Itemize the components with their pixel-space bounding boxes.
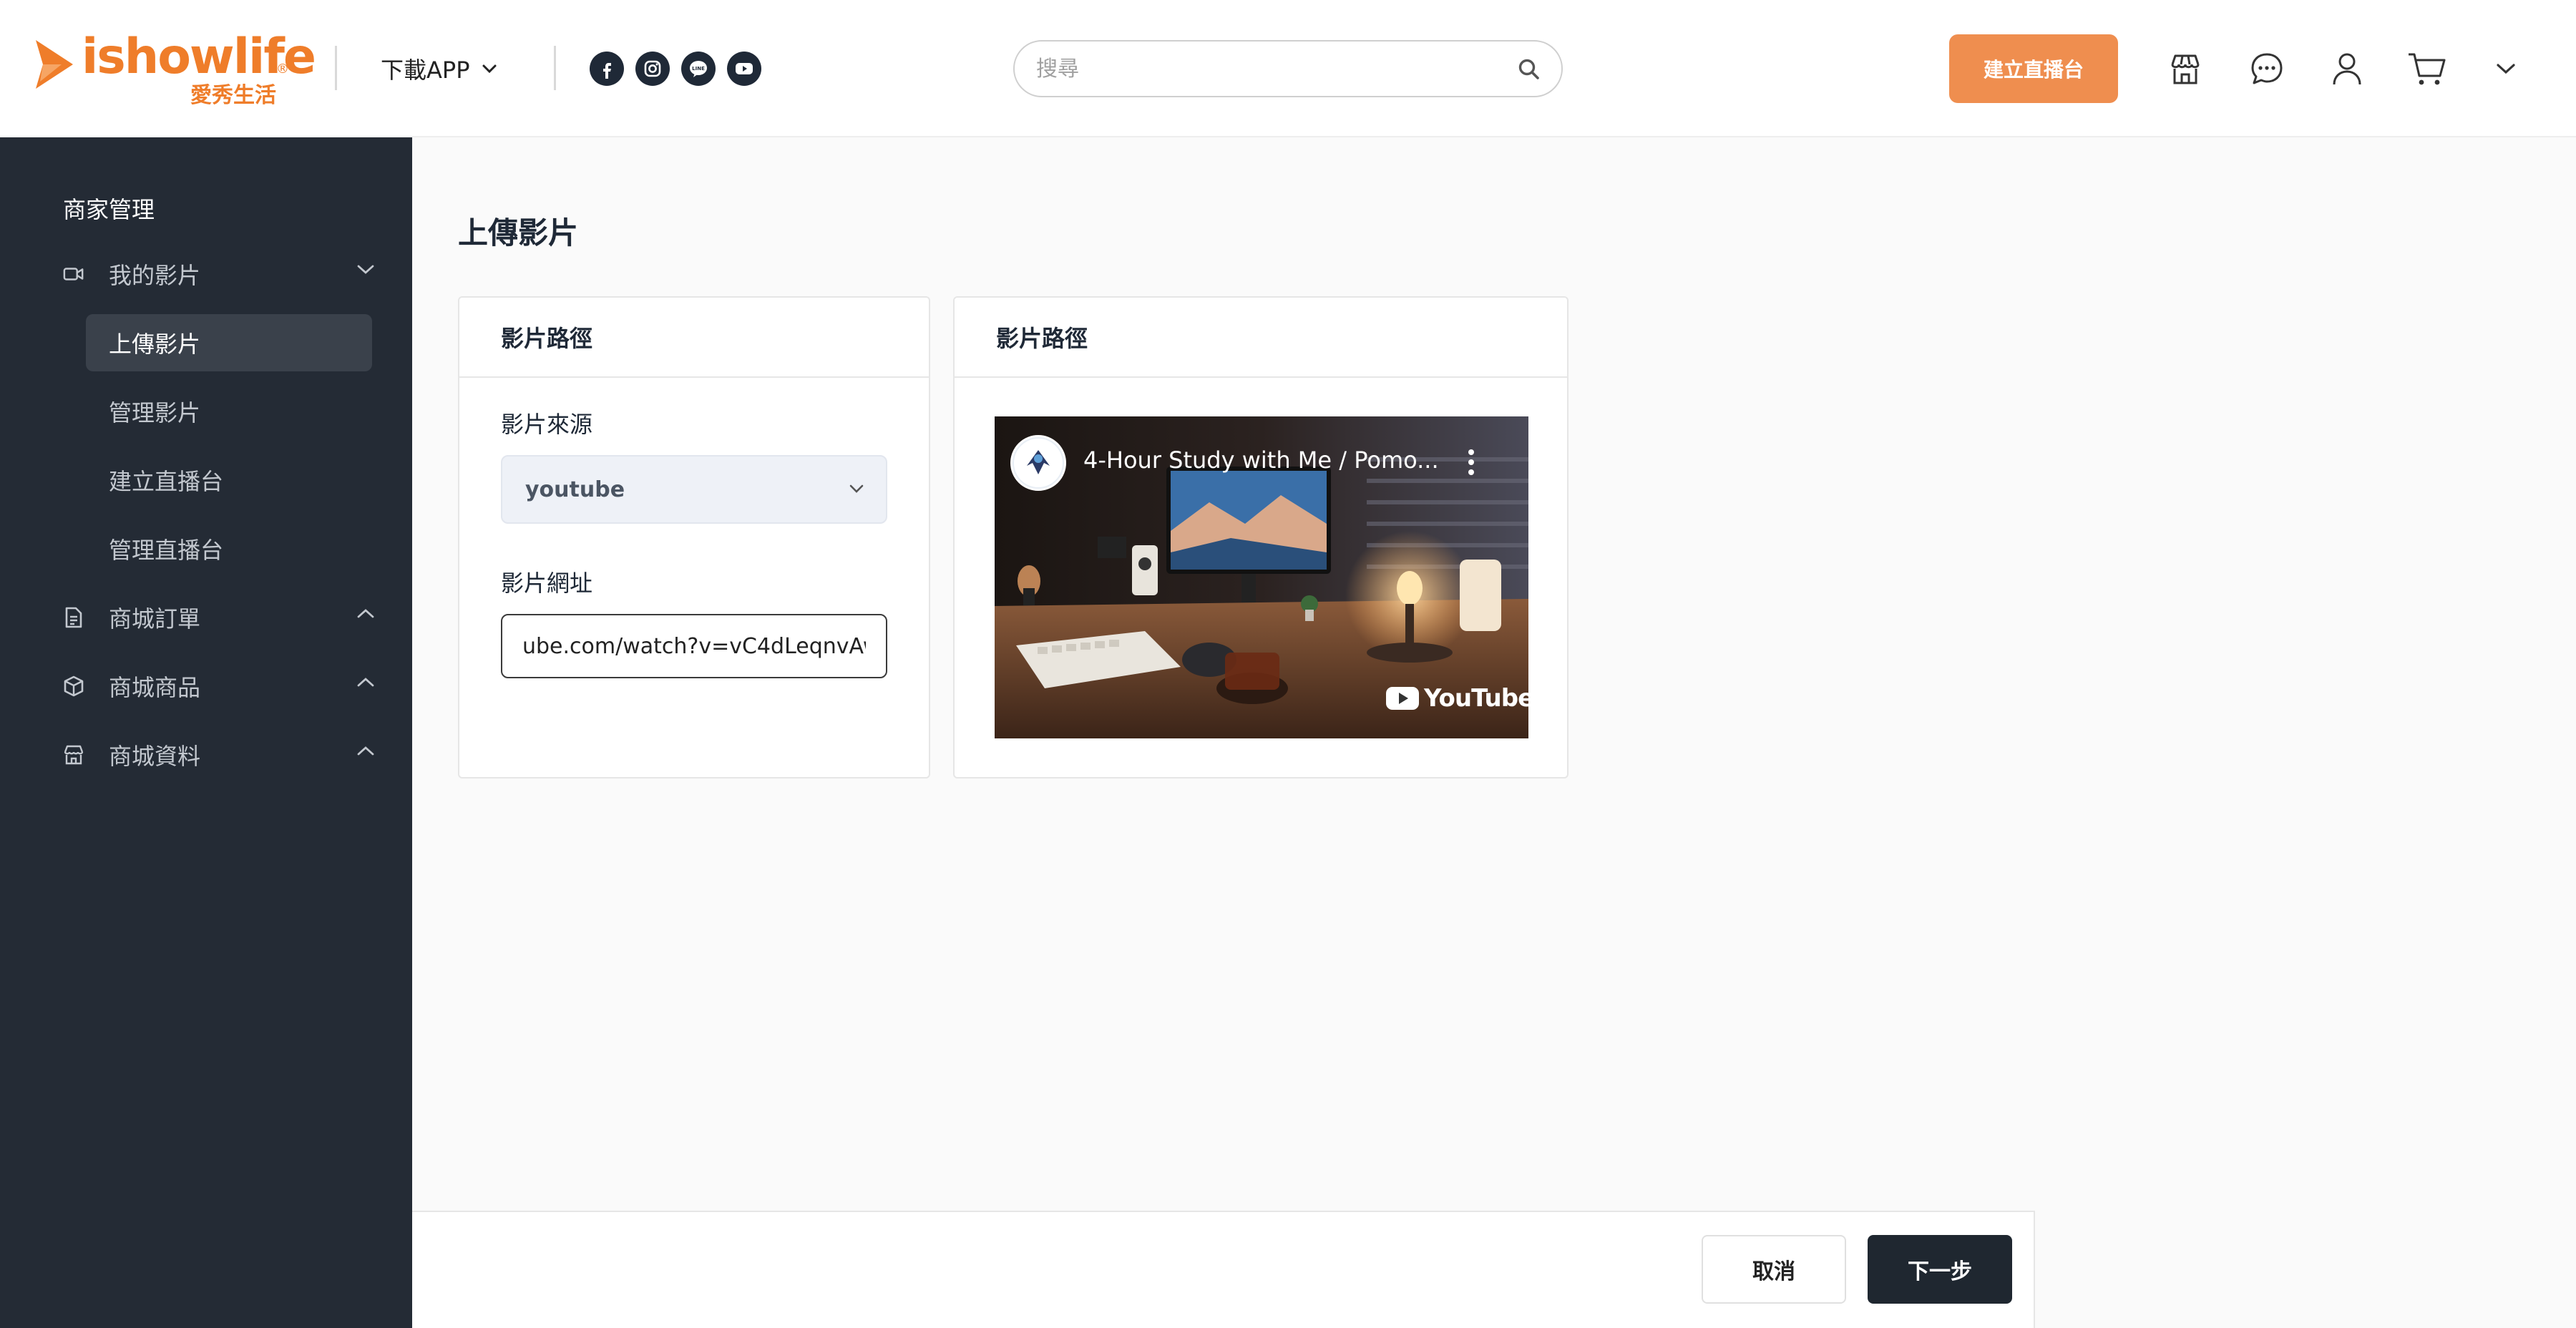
video-preview-card: 影片路徑 4-Hour Study with Me / Pomo... YouT…: [953, 296, 1568, 778]
video-source-select[interactable]: youtube: [501, 455, 887, 524]
line-icon[interactable]: LINE: [681, 52, 716, 86]
chevron-up-icon: [357, 746, 374, 756]
video-url-label: 影片網址: [501, 570, 593, 597]
document-icon: [63, 607, 84, 628]
logo-subtitle: 愛秀生活: [190, 83, 276, 108]
create-live-button[interactable]: 建立直播台: [1949, 34, 2118, 103]
channel-avatar[interactable]: [1010, 435, 1066, 491]
download-app-label: 下載APP: [381, 57, 470, 84]
top-header: ishowlife 愛秀生活 ® 下載APP LINE 建立直播台: [0, 0, 2576, 137]
sidebar-item-label: 商城資料: [109, 743, 201, 770]
sidebar-item-label: 我的影片: [109, 262, 201, 289]
sidebar-item-label: 商城商品: [109, 674, 201, 701]
download-app-dropdown[interactable]: 下載APP: [381, 50, 497, 87]
sidebar-subitem-manage-live[interactable]: 管理直播台: [86, 520, 372, 577]
video-url-input[interactable]: [501, 614, 887, 678]
action-footer: 取消 下一步: [412, 1211, 2035, 1328]
card-header: 影片路徑: [955, 298, 1567, 378]
sidebar-item-store-info[interactable]: 商城資料: [63, 726, 375, 783]
chevron-up-icon: [357, 609, 374, 618]
sidebar: 商家管理 我的影片 上傳影片 管理影片 建立直播台 管理直播台 商城訂單 商城商…: [0, 137, 412, 1328]
chevron-down-icon[interactable]: [2484, 47, 2527, 90]
youtube-play-icon: [1386, 687, 1419, 710]
sidebar-subitem-upload-video[interactable]: 上傳影片: [86, 314, 372, 371]
search-input[interactable]: [1036, 53, 1508, 84]
cart-icon[interactable]: [2406, 47, 2449, 90]
social-links: LINE: [590, 52, 761, 86]
chevron-down-icon: [849, 484, 864, 493]
video-source-card: 影片路徑 影片來源 youtube 影片網址: [458, 296, 930, 778]
header-divider: [335, 46, 337, 90]
sidebar-item-label: 商城訂單: [109, 605, 201, 633]
sidebar-item-orders[interactable]: 商城訂單: [63, 589, 375, 646]
video-title[interactable]: 4-Hour Study with Me / Pomo...: [1083, 446, 1439, 474]
header-divider: [554, 46, 556, 90]
chevron-up-icon: [357, 678, 374, 687]
youtube-icon[interactable]: [727, 52, 761, 86]
youtube-video-preview[interactable]: 4-Hour Study with Me / Pomo... YouTube: [995, 416, 1528, 738]
more-options-icon[interactable]: [1467, 448, 1475, 477]
sidebar-item-my-videos[interactable]: 我的影片: [63, 245, 375, 303]
card-header: 影片路徑: [459, 298, 929, 378]
cancel-button[interactable]: 取消: [1702, 1235, 1846, 1304]
play-logo-icon: [36, 40, 73, 89]
facebook-icon[interactable]: [590, 52, 624, 86]
video-source-value: youtube: [525, 477, 625, 502]
page-title: 上傳影片: [458, 215, 579, 250]
svg-text:LINE: LINE: [692, 66, 705, 72]
video-source-label: 影片來源: [501, 411, 593, 438]
sidebar-subitem-manage-videos[interactable]: 管理影片: [86, 383, 372, 440]
youtube-badge[interactable]: YouTube: [1385, 684, 1528, 713]
chat-icon[interactable]: [2245, 47, 2288, 90]
chevron-down-icon: [357, 265, 374, 274]
search-icon[interactable]: [1517, 57, 1541, 82]
youtube-wordmark: YouTube: [1424, 684, 1528, 713]
box-icon: [63, 675, 84, 697]
sidebar-title: 商家管理: [63, 196, 155, 223]
logo-registered-mark: ®: [276, 62, 289, 77]
store-icon: [63, 744, 84, 766]
ishowlife-logo[interactable]: ishowlife 愛秀生活 ®: [33, 29, 316, 108]
video-camera-icon: [63, 263, 84, 285]
user-icon[interactable]: [2326, 47, 2368, 90]
instagram-icon[interactable]: [635, 52, 670, 86]
sidebar-item-products[interactable]: 商城商品: [63, 658, 375, 715]
chevron-down-icon: [482, 64, 496, 74]
next-step-button[interactable]: 下一步: [1868, 1235, 2012, 1304]
sidebar-subitem-create-live[interactable]: 建立直播台: [86, 451, 372, 509]
search-bar: [1013, 40, 1563, 97]
store-icon[interactable]: [2164, 47, 2207, 90]
